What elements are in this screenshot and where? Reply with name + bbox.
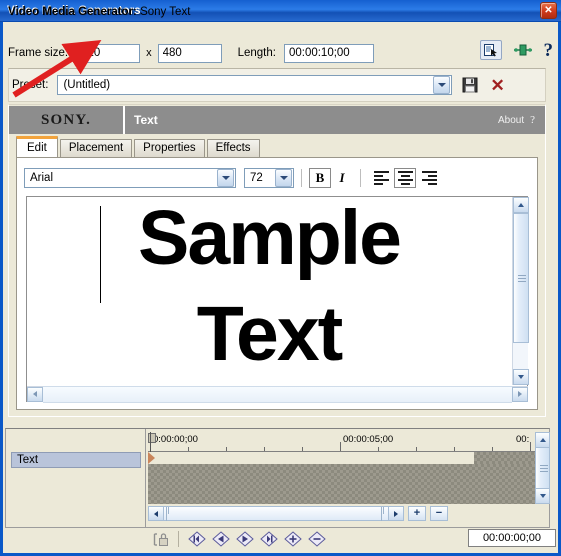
font-family-combobox[interactable]: Arial [24,168,236,188]
ruler-label-1: 00:00:05;00 [343,434,394,445]
scroll-down-icon[interactable] [513,369,529,385]
timeline-zoom-out-button[interactable]: − [430,506,448,521]
video-media-generators-window: Video Media Generators ✕ Video Media Gen… [0,0,561,556]
next-keyframe-icon[interactable] [233,530,257,548]
chevron-down-icon[interactable] [433,76,451,94]
tab-properties[interactable]: Properties [134,139,205,157]
close-icon[interactable]: ✕ [540,2,557,19]
preset-label: Preset: [12,79,49,91]
editor-line-2: Text [196,291,344,377]
align-right-icon[interactable] [418,168,440,188]
previous-keyframe-icon[interactable] [209,530,233,548]
timeline-zoom-in-button[interactable]: + [408,506,426,521]
italic-button[interactable]: I [331,168,353,188]
last-keyframe-icon[interactable] [257,530,281,548]
delete-keyframe-icon[interactable] [305,530,329,548]
font-size-value: 72 [250,172,263,184]
keyframe-vscroll-thumb[interactable] [535,447,550,489]
bold-button[interactable]: B [309,168,331,188]
scroll-right-icon[interactable] [512,386,528,402]
keyframe-vertical-scrollbar[interactable] [535,432,550,504]
generator-name: Sony Text [140,6,191,18]
sony-logo: SONY. [40,111,92,128]
ruler-label-2: 00: [516,434,530,445]
text-caret [100,206,101,303]
ruler-label-0: 0:00:00;00 [153,434,198,445]
generator-header: Video Media Generator: Sony Text [8,6,190,18]
plugin-chain-icon[interactable] [513,41,533,59]
bold-label: B [315,170,325,185]
editor-vscroll-thumb[interactable] [513,213,529,343]
italic-label: I [339,170,345,185]
font-family-chevron-down-icon[interactable] [217,169,234,187]
lock-keyframe-icon[interactable] [150,530,172,548]
align-left-icon[interactable] [370,168,392,188]
preset-combobox[interactable]: (Untitled) [57,75,453,95]
editor-horizontal-scrollbar[interactable] [27,385,528,403]
dimension-separator: x [146,47,152,59]
playhead-line [150,432,151,452]
editor-vertical-scrollbar[interactable] [512,197,529,385]
keyframe-track-list: Text [6,429,146,527]
timeline-hscroll-thumb[interactable] [164,506,388,521]
first-keyframe-icon[interactable] [185,530,209,548]
plugin-help-icon[interactable]: ? [530,114,535,126]
keyframe-track-item-text[interactable]: Text [11,452,141,468]
scroll-left-icon[interactable] [27,386,43,402]
plugin-name: Text [134,113,158,127]
delete-preset-icon[interactable]: ✕ [490,77,504,94]
text-format-toolbar: Arial 72 B I [24,167,530,189]
brand-divider [123,106,125,134]
timeline-scroll-left-icon[interactable] [148,506,164,521]
font-family-value: Arial [30,172,54,184]
length-input[interactable] [283,43,374,63]
keyframe-marker[interactable] [148,452,155,464]
tabstrip: Edit Placement Properties Effects [16,136,262,157]
frame-height-input[interactable] [157,43,222,63]
scroll-up-icon[interactable] [513,197,529,213]
header-icon-group: ? [479,40,554,60]
tab-edit[interactable]: Edit [16,136,58,157]
keyframe-empty-area [148,464,535,504]
keyframe-scroll-up-icon[interactable] [535,432,550,448]
preset-row: Preset: (Untitled) ✕ [8,74,546,96]
keyframe-toolbar-divider [178,531,179,547]
generator-label: Video Media Generator: [8,6,137,18]
timeline-scroll-right-icon[interactable] [388,506,404,521]
editor-hscroll-track[interactable] [43,385,512,403]
keyframe-timecode-field[interactable]: 00:00:00;00 [468,529,556,547]
length-label: Length: [237,47,276,59]
about-link[interactable]: About [498,115,524,126]
align-center-icon[interactable] [394,168,416,188]
preset-value: (Untitled) [63,79,111,91]
frame-width-input[interactable] [76,43,141,63]
frame-settings-row: Frame size: x Length: [8,42,374,64]
keyframe-horizontal-scrollbar: + − [148,506,448,521]
toolbar-divider-1 [301,169,302,187]
help-icon[interactable]: ? [544,41,554,60]
timeline-ruler[interactable]: 0:00:00;00 00:00:05;00 00: [148,432,535,452]
tab-effects[interactable]: Effects [206,139,260,157]
tab-placement[interactable]: Placement [59,139,133,157]
keyframe-row-checker [474,452,535,464]
save-preset-icon[interactable] [462,77,478,93]
font-size-chevron-down-icon[interactable] [275,169,292,187]
add-keyframe-icon[interactable] [281,530,305,548]
toolbar-divider-2 [360,169,361,187]
font-size-combobox[interactable]: 72 [244,168,294,188]
match-output-aspect-icon[interactable] [479,40,502,60]
plugin-brand-bar: SONY. Text About ? [9,106,545,134]
frame-size-label: Frame size: [8,47,69,59]
keyframe-scroll-down-icon[interactable] [535,488,550,504]
